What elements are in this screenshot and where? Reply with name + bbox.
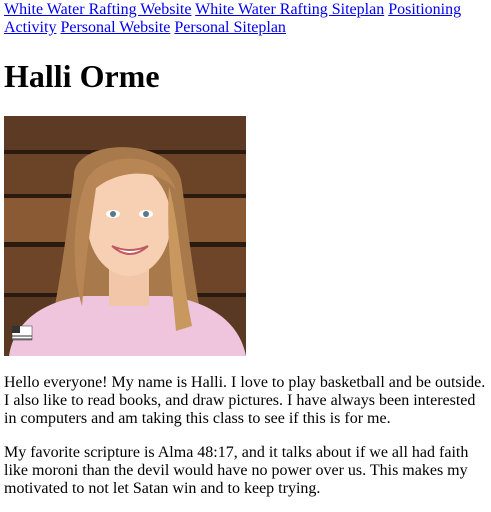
nav-link-personal-website[interactable]: Personal Website — [60, 19, 170, 36]
intro-paragraph: Hello everyone! My name is Halli. I love… — [4, 374, 486, 427]
scripture-paragraph: My favorite scripture is Alma 48:17, and… — [4, 444, 469, 497]
nav-link-rafting-website[interactable]: White Water Rafting Website — [4, 1, 191, 18]
nav-link-personal-siteplan[interactable]: Personal Siteplan — [174, 19, 286, 36]
page-title: Halli Orme — [4, 58, 160, 94]
profile-photo — [4, 116, 246, 356]
top-nav: White Water Rafting Website White Water … — [4, 0, 487, 37]
nav-link-rafting-siteplan[interactable]: White Water Rafting Siteplan — [195, 1, 384, 18]
